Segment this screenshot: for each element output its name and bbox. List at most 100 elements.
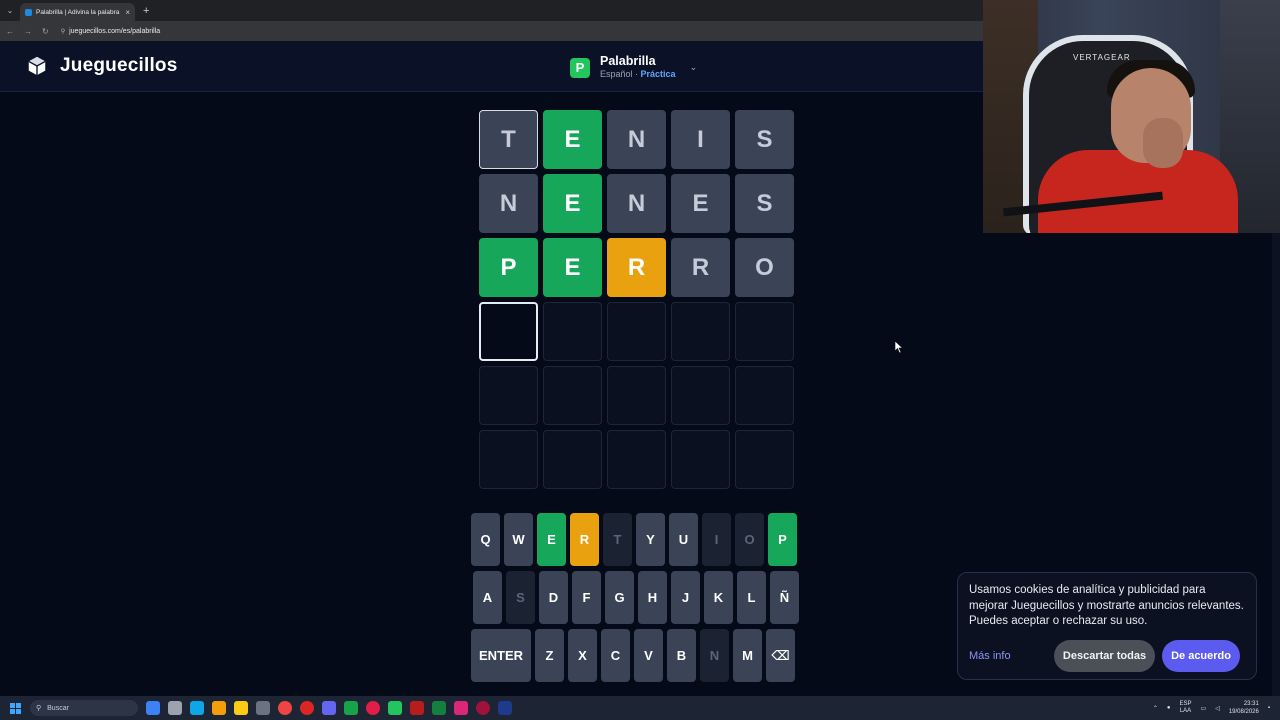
key-r[interactable]: R (570, 513, 599, 566)
app-icon[interactable] (256, 701, 270, 715)
steam-app-icon[interactable] (498, 701, 512, 715)
brand-name: Jueguecillos (60, 55, 178, 76)
windows-logo-icon (9, 702, 21, 714)
key-o[interactable]: O (735, 513, 764, 566)
chevron-down-icon[interactable]: ⌄ (690, 62, 698, 73)
board-cell (543, 430, 602, 489)
key-q[interactable]: Q (471, 513, 500, 566)
key-i[interactable]: I (702, 513, 731, 566)
folder-app-icon[interactable] (212, 701, 226, 715)
notification-icon[interactable]: ▪ (1268, 705, 1270, 711)
microphone-icon[interactable]: ● (1167, 705, 1171, 711)
windows-taskbar: ⚲ Buscar ⌃ ● ESP LAA ▭ ◁ 23:31 19/08/202… (0, 696, 1280, 720)
webcam-overlay: VERTAGEAR (983, 0, 1280, 233)
board-cell: O (735, 238, 794, 297)
board-cell: S (735, 110, 794, 169)
key-ñ[interactable]: Ñ (770, 571, 799, 624)
chair-brand-text: VERTAGEAR (1073, 53, 1131, 62)
opera-app-icon[interactable] (300, 701, 314, 715)
file-explorer-app-icon[interactable] (146, 701, 160, 715)
mail-app-icon[interactable] (190, 701, 204, 715)
key-n[interactable]: N (700, 629, 729, 682)
reject-all-button[interactable]: Descartar todas (1053, 640, 1156, 672)
board-cell (671, 430, 730, 489)
board-cell (479, 302, 538, 361)
start-button[interactable] (0, 696, 30, 720)
enter-key[interactable]: ENTER (471, 629, 531, 682)
browser-tabbar: ⌄ Palabrilla | Adivina la palabra d × + (0, 0, 983, 21)
reload-icon[interactable]: ↻ (42, 27, 49, 36)
key-d[interactable]: D (539, 571, 568, 624)
key-y[interactable]: Y (636, 513, 665, 566)
key-b[interactable]: B (667, 629, 696, 682)
key-t[interactable]: T (603, 513, 632, 566)
key-f[interactable]: F (572, 571, 601, 624)
discord-app-icon[interactable] (322, 701, 336, 715)
key-l[interactable]: L (737, 571, 766, 624)
key-x[interactable]: X (568, 629, 597, 682)
key-k[interactable]: K (704, 571, 733, 624)
key-g[interactable]: G (605, 571, 634, 624)
board-cell (735, 302, 794, 361)
board-cell: S (735, 174, 794, 233)
url-field[interactable]: ⚲ jueguecillos.com/es/palabrilla (61, 28, 160, 35)
language-indicator[interactable]: ESP LAA (1180, 701, 1192, 715)
site-info-icon[interactable]: ⚲ (61, 28, 65, 35)
back-arrow-icon[interactable]: ← (6, 27, 14, 36)
accept-button[interactable]: De acuerdo (1162, 640, 1240, 672)
board-cell (543, 302, 602, 361)
brand-link[interactable]: Jueguecillos (26, 55, 178, 77)
game-selector[interactable]: P Palabrilla Español · Práctica ⌄ (570, 55, 697, 80)
backspace-icon[interactable]: ⌫ (766, 629, 795, 682)
search-placeholder: Buscar (47, 704, 69, 712)
tab-search-chevron-icon[interactable]: ⌄ (0, 0, 20, 21)
key-m[interactable]: M (733, 629, 762, 682)
forward-arrow-icon[interactable]: → (24, 27, 32, 36)
browser-tab-active[interactable]: Palabrilla | Adivina la palabra d × (20, 3, 135, 21)
media-app-icon[interactable] (366, 701, 380, 715)
board-cell: P (479, 238, 538, 297)
game-title: Palabrilla (600, 54, 656, 68)
store-app-icon[interactable] (168, 701, 182, 715)
key-u[interactable]: U (669, 513, 698, 566)
key-z[interactable]: Z (535, 629, 564, 682)
palabrilla-game-icon: P (570, 57, 590, 78)
clock[interactable]: 23:31 19/08/2026 (1229, 700, 1259, 716)
clock-date: 19/08/2026 (1228, 709, 1259, 715)
network-icon[interactable]: ▭ (1201, 705, 1207, 712)
more-info-link[interactable]: Más info (969, 650, 1054, 662)
key-p[interactable]: P (768, 513, 797, 566)
key-j[interactable]: J (671, 571, 700, 624)
board-cell: I (671, 110, 730, 169)
app-icon-red[interactable] (476, 701, 490, 715)
cube-logo-icon (26, 55, 48, 77)
notes-app-icon[interactable] (234, 701, 248, 715)
key-s[interactable]: S (506, 571, 535, 624)
key-v[interactable]: V (634, 629, 663, 682)
key-e[interactable]: E (537, 513, 566, 566)
keyboard-row: ASDFGHJKLÑ (471, 571, 802, 624)
excel-app-icon[interactable] (432, 701, 446, 715)
taskbar-search[interactable]: ⚲ Buscar (30, 700, 138, 716)
board-cell (479, 430, 538, 489)
board-cell: E (671, 174, 730, 233)
xbox-app-icon[interactable] (344, 701, 358, 715)
board-cell (671, 366, 730, 425)
tab-title: Palabrilla | Adivina la palabra d (36, 8, 122, 16)
calendar-app-icon[interactable] (410, 701, 424, 715)
key-w[interactable]: W (504, 513, 533, 566)
page-scrollbar[interactable] (1272, 233, 1280, 696)
player-app-icon[interactable] (388, 701, 402, 715)
key-a[interactable]: A (473, 571, 502, 624)
key-h[interactable]: H (638, 571, 667, 624)
volume-icon[interactable]: ◁ (1215, 705, 1220, 712)
board-cell (671, 302, 730, 361)
chrome-app-icon[interactable] (278, 701, 292, 715)
tab-close-icon[interactable]: × (125, 8, 130, 17)
app-icon-pink[interactable] (454, 701, 468, 715)
cookie-actions: Más info Descartar todas De acuerdo (969, 640, 1240, 672)
new-tab-button[interactable]: + (143, 5, 149, 17)
show-hidden-icons-chevron-icon[interactable]: ⌃ (1153, 705, 1158, 712)
key-c[interactable]: C (601, 629, 630, 682)
board-cell (479, 366, 538, 425)
